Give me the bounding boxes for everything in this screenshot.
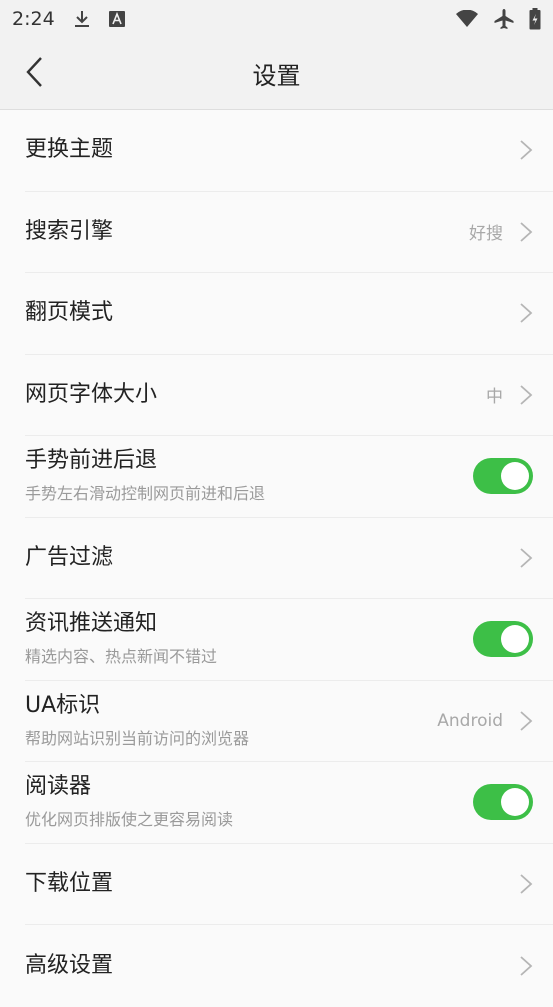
settings-row-title: 高级设置 [25, 952, 114, 978]
chevron-right-icon [519, 873, 533, 895]
settings-toggle[interactable] [473, 784, 533, 821]
settings-row-title: 翻页模式 [25, 300, 114, 326]
settings-row-value: 好搜 [469, 224, 503, 245]
toggle-knob [501, 625, 529, 654]
settings-row-text: UA标识帮助网站识别当前访问的浏览器 [25, 693, 437, 749]
settings-row-text: 资讯推送通知精选内容、热点新闻不错过 [25, 611, 473, 667]
settings-row-1[interactable]: 搜索引擎 好搜 [25, 192, 553, 273]
settings-row-2[interactable]: 翻页模式 [25, 273, 553, 355]
settings-row-text: 下载位置 [25, 871, 519, 897]
settings-row-text: 更换主题 [25, 137, 519, 163]
settings-row-title: 资讯推送通知 [25, 611, 158, 637]
settings-row-0[interactable]: 更换主题 [25, 110, 553, 192]
header: 设置 [0, 38, 553, 110]
settings-row-text: 广告过滤 [25, 545, 519, 571]
status-left: 2:24 [12, 8, 125, 30]
settings-row-text: 手势前进后退手势左右滑动控制网页前进和后退 [25, 448, 473, 504]
settings-row-title: 网页字体大小 [25, 381, 158, 407]
settings-row-6[interactable]: 资讯推送通知精选内容、热点新闻不错过 [25, 599, 553, 681]
chevron-right-icon [519, 710, 533, 732]
wifi-icon [455, 10, 479, 28]
chevron-right-icon [519, 302, 533, 324]
settings-row-7[interactable]: UA标识 帮助网站识别当前访问的浏览器 Android [25, 681, 553, 762]
settings-row-value: Android [437, 710, 503, 731]
chevron-left-icon [25, 56, 43, 92]
settings-row-title: 更换主题 [25, 137, 114, 163]
settings-toggle[interactable] [473, 621, 533, 658]
chevron-right-icon [519, 547, 533, 569]
settings-row-subtitle: 手势左右滑动控制网页前进和后退 [25, 484, 266, 504]
chevron-right-icon [519, 221, 533, 243]
settings-row-title: 下载位置 [25, 870, 114, 896]
settings-row-title: 阅读器 [25, 774, 92, 800]
settings-row-3[interactable]: 网页字体大小 中 [25, 355, 553, 436]
settings-row-title: UA标识 [25, 692, 101, 718]
toggle-knob [501, 788, 529, 817]
status-time: 2:24 [12, 8, 55, 30]
back-button[interactable] [14, 54, 54, 94]
download-icon [73, 9, 91, 29]
settings-row-text: 阅读器优化网页排版使之更容易阅读 [25, 774, 473, 830]
settings-row-title: 广告过滤 [25, 544, 114, 570]
settings-row-subtitle: 优化网页排版使之更容易阅读 [25, 810, 234, 830]
toggle-knob [501, 462, 529, 491]
font-icon [108, 11, 125, 27]
settings-row-value: 中 [486, 387, 503, 408]
page-title: 设置 [252, 62, 301, 90]
airplane-icon [493, 8, 515, 30]
settings-toggle[interactable] [473, 458, 533, 495]
settings-row-subtitle: 精选内容、热点新闻不错过 [25, 647, 218, 667]
settings-row-4[interactable]: 手势前进后退手势左右滑动控制网页前进和后退 [25, 436, 553, 518]
chevron-right-icon [519, 955, 533, 977]
chevron-right-icon [519, 139, 533, 161]
settings-row-10[interactable]: 高级设置 [25, 925, 553, 1007]
settings-row-subtitle: 帮助网站识别当前访问的浏览器 [25, 728, 250, 748]
settings-row-text: 高级设置 [25, 953, 519, 979]
status-right [455, 8, 541, 30]
settings-row-title: 搜索引擎 [25, 218, 114, 244]
status-bar: 2:24 [0, 0, 553, 38]
chevron-right-icon [519, 384, 533, 406]
settings-row-text: 翻页模式 [25, 300, 519, 326]
settings-row-text: 网页字体大小 [25, 382, 486, 408]
settings-row-5[interactable]: 广告过滤 [25, 518, 553, 599]
settings-row-title: 手势前进后退 [25, 448, 158, 474]
settings-row-9[interactable]: 下载位置 [25, 844, 553, 925]
settings-list: 更换主题搜索引擎 好搜翻页模式网页字体大小 中手势前进后退手势左右滑动控制网页前进和… [0, 110, 553, 1007]
battery-icon [529, 8, 541, 30]
settings-row-8[interactable]: 阅读器优化网页排版使之更容易阅读 [25, 762, 553, 844]
settings-row-text: 搜索引擎 [25, 219, 469, 245]
